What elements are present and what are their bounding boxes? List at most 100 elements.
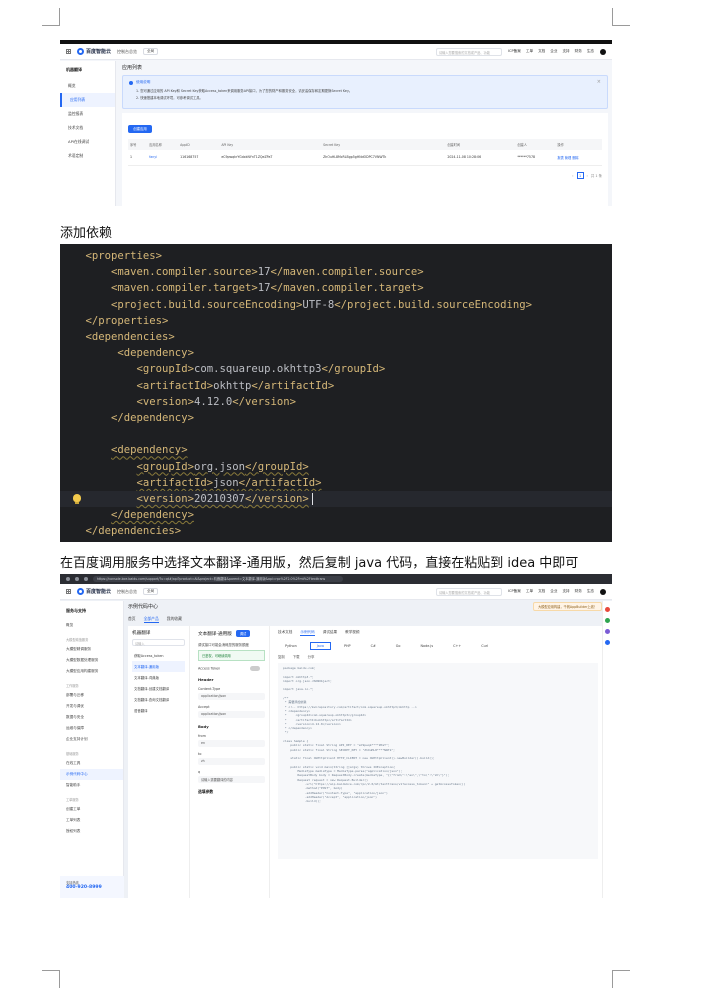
from-field[interactable]: en — [198, 740, 265, 747]
content-type-field[interactable]: application/json — [198, 693, 265, 700]
sidebar-item[interactable]: 监控报表 — [60, 107, 115, 121]
top-nav-item[interactable]: 工单 — [526, 49, 533, 54]
sidebar-item[interactable]: 技术文档 — [60, 121, 115, 135]
code-action-button[interactable]: 下载 — [293, 654, 300, 659]
apps-grid-icon[interactable] — [66, 589, 71, 594]
address-bar[interactable]: https://console.bce.baidu.com/support/?u… — [93, 576, 343, 582]
region-select[interactable]: 全局 — [143, 588, 159, 595]
promo-notice[interactable]: 大模型应用构建，千帆AppBuilder上线！ — [533, 602, 602, 611]
sidebar-item[interactable]: 智能助手 — [60, 780, 123, 791]
sidebar-item[interactable]: 在线工具 — [60, 758, 123, 769]
page-tab[interactable]: 首页 — [128, 616, 136, 623]
avatar[interactable] — [600, 48, 606, 55]
region-select[interactable]: 全局 — [143, 48, 159, 55]
code-tab[interactable]: 教学视频 — [345, 630, 359, 636]
forward-icon[interactable] — [75, 577, 79, 581]
top-nav-item[interactable]: 财务 — [575, 589, 582, 594]
top-nav-item[interactable]: ICP备案 — [508, 589, 521, 594]
sidebar-item[interactable]: 术语定制 — [60, 149, 115, 163]
sidebar-item[interactable]: 大模型精调服务 — [60, 644, 123, 655]
ai-icon[interactable] — [605, 618, 610, 623]
language-tab[interactable]: C# — [364, 642, 383, 650]
next-page-icon[interactable]: › — [587, 174, 588, 178]
auth-toggle[interactable] — [250, 666, 261, 671]
table-header: 操作 — [555, 139, 602, 150]
language-tab[interactable]: Curl — [474, 642, 495, 650]
page-number[interactable]: 1 — [576, 172, 584, 179]
alert-line: 2. 快速搭建本地调试环境，可参考调试工具。 — [136, 96, 203, 100]
brand-logo[interactable]: 百度智能云 — [77, 588, 111, 595]
api-list-item[interactable]: 获取Access_token — [132, 650, 185, 661]
console-link[interactable]: 控制台总览 — [117, 589, 137, 595]
sidebar-item[interactable]: 运维与保障 — [60, 723, 123, 734]
table-cell[interactable]: 报表 管理 删除 — [555, 150, 602, 166]
language-tab[interactable]: Java — [309, 642, 331, 650]
language-tab[interactable]: PHP — [337, 642, 358, 650]
query-field[interactable]: 请输入需要翻译的内容 — [198, 776, 265, 783]
sidebar-item[interactable]: 数据与安全 — [60, 712, 123, 723]
code-tab[interactable]: 技术文档 — [278, 630, 292, 636]
language-tab[interactable]: Python — [278, 642, 304, 650]
search-input[interactable]: 请输入您要搜索的文档或产品、功能 — [435, 47, 502, 56]
sidebar-item[interactable]: 应用列表 — [60, 93, 115, 107]
feedback-icon[interactable] — [605, 629, 610, 634]
sidebar-item[interactable]: 示例代码中心 — [60, 769, 123, 780]
api-search-input[interactable]: 请输入 — [132, 639, 185, 646]
api-list-item[interactable]: 语音翻译 — [132, 705, 185, 716]
api-list-item[interactable]: 文本翻译-词典版 — [132, 672, 185, 683]
code-tab[interactable]: 示例代码 — [300, 630, 315, 636]
top-nav-item[interactable]: 支持 — [562, 49, 569, 54]
table-cell[interactable]: fanyi — [147, 150, 179, 166]
top-nav-item[interactable]: 企业 — [550, 589, 557, 594]
code-action-button[interactable]: 复制 — [278, 654, 285, 659]
top-nav-item[interactable]: 财务 — [575, 49, 582, 54]
top-nav-item[interactable]: 生态 — [587, 589, 594, 594]
console-link[interactable]: 控制台总览 — [117, 49, 137, 55]
to-field[interactable]: zh — [198, 758, 265, 765]
page-tab[interactable]: 全部产品 — [143, 616, 159, 623]
sidebar-item[interactable]: 创建工单 — [60, 804, 123, 815]
sidebar-item[interactable]: 企业支持计划 — [60, 734, 123, 745]
apps-grid-icon[interactable] — [66, 49, 71, 54]
assistant-icon[interactable] — [605, 607, 610, 612]
lightbulb-icon[interactable] — [73, 494, 81, 504]
avatar[interactable] — [600, 588, 606, 595]
sidebar-item[interactable]: 概览 — [60, 79, 115, 93]
code-tab[interactable]: 调试结果 — [323, 630, 337, 636]
close-icon[interactable]: × — [597, 79, 601, 85]
sidebar-item-overview[interactable]: 概览 — [60, 620, 123, 631]
accept-field[interactable]: application/json — [198, 711, 265, 718]
table-header: Secret Key — [321, 139, 446, 150]
top-nav-item[interactable]: ICP备案 — [508, 49, 521, 54]
language-tab[interactable]: Node.js — [414, 642, 441, 650]
help-icon[interactable] — [605, 640, 610, 645]
page-tab[interactable]: 我的收藏 — [167, 616, 182, 623]
debug-button[interactable]: 调试 — [235, 630, 251, 637]
reload-icon[interactable] — [84, 577, 88, 581]
sidebar-item[interactable]: 工单列表 — [60, 815, 123, 826]
top-nav-item[interactable]: 支持 — [562, 589, 569, 594]
sidebar-item[interactable]: 部署与迁移 — [60, 690, 123, 701]
top-nav-item[interactable]: 工单 — [526, 589, 533, 594]
top-nav-item[interactable]: 企业 — [550, 49, 557, 54]
create-app-button[interactable]: 创建应用 — [128, 125, 152, 133]
api-list-item[interactable]: 文档翻译-查询文档翻译 — [132, 694, 185, 705]
search-input[interactable]: 请输入您要搜索的文档或产品、功能 — [435, 587, 502, 596]
language-tab[interactable]: C++ — [446, 642, 468, 650]
table-header: 序号 — [128, 139, 148, 150]
sidebar-item[interactable]: 开发与调优 — [60, 701, 123, 712]
top-nav-item[interactable]: 文档 — [538, 589, 545, 594]
brand-logo[interactable]: 百度智能云 — [77, 48, 111, 55]
top-nav-item[interactable]: 文档 — [538, 49, 545, 54]
sidebar-item[interactable]: 授权列表 — [60, 826, 123, 837]
api-list-item[interactable]: 文档翻译-创建文档翻译 — [132, 683, 185, 694]
sidebar-item[interactable]: 大模型应用构建服务 — [60, 666, 123, 677]
back-icon[interactable] — [66, 577, 70, 581]
top-nav-item[interactable]: 生态 — [587, 49, 594, 54]
sidebar-item[interactable]: 大模型数据处理服务 — [60, 655, 123, 666]
api-list-item[interactable]: 文本翻译-通用版 — [132, 661, 185, 672]
prev-page-icon[interactable]: ‹ — [572, 174, 573, 178]
sidebar-item[interactable]: API在线调试 — [60, 135, 115, 149]
language-tab[interactable]: Go — [389, 642, 408, 650]
code-action-button[interactable]: 分享 — [308, 654, 315, 659]
